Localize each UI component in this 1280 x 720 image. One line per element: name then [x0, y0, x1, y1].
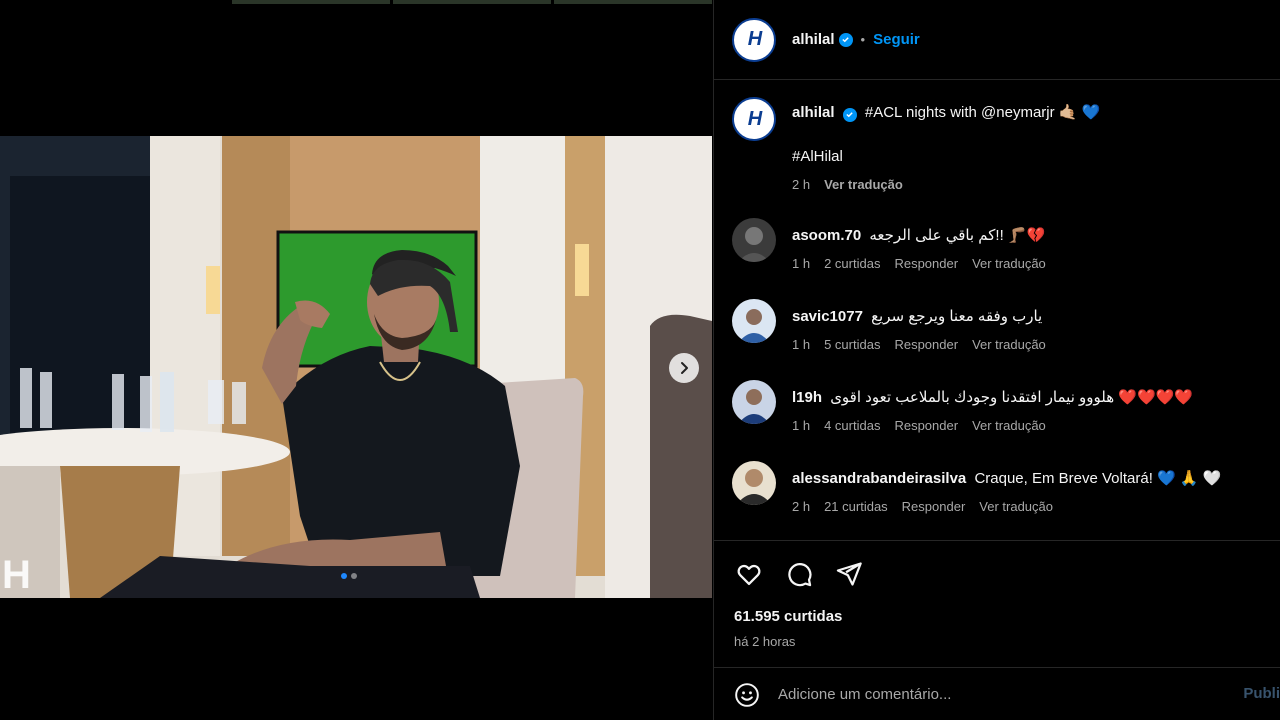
account-avatar[interactable]: H	[732, 17, 776, 62]
chevron-right-icon	[681, 362, 688, 374]
thumbnail	[232, 0, 390, 4]
reply-button[interactable]: Responder	[902, 499, 966, 514]
emoji-icon[interactable]	[734, 682, 760, 708]
comment-text: كم باقي على الرجعه!! 🦵🏽💔	[869, 227, 1046, 244]
carousel-next-button[interactable]	[669, 353, 699, 383]
comment-likes[interactable]: 4 curtidas	[824, 418, 880, 433]
comment-likes[interactable]: 21 curtidas	[824, 499, 888, 514]
comment-button[interactable]	[784, 559, 814, 589]
commenter-username[interactable]: l19h	[792, 389, 822, 406]
caption-avatar[interactable]: H	[732, 97, 776, 141]
commenter-avatar[interactable]	[732, 380, 776, 424]
comments-list[interactable]: H alhilal #ACL nights with @neymarjr 🤙🏼 …	[714, 81, 1280, 541]
comment-time: 1 h	[792, 337, 811, 352]
commenter-username[interactable]: asoom.70	[792, 227, 861, 244]
comment-text: يارب وفقه معنا ويرجع سريع	[871, 308, 1043, 325]
verified-icon	[838, 32, 853, 47]
reply-button[interactable]: Responder	[894, 256, 958, 271]
comment-text: Craque, Em Breve Voltará! 💙 🙏 🤍	[974, 470, 1222, 487]
caption-meta: 2 h Ver tradução	[792, 175, 1100, 195]
translate-link[interactable]: Ver tradução	[979, 499, 1053, 514]
carousel-dot-active	[341, 573, 347, 579]
translate-link[interactable]: Ver tradução	[972, 337, 1046, 352]
comment-item: savic1077 يارب وفقه معنا ويرجع سريع 1 h …	[732, 299, 1264, 352]
comment-icon	[788, 563, 812, 587]
comment-likes[interactable]: 5 curtidas	[824, 337, 880, 352]
translate-link[interactable]: Ver tradução	[824, 175, 903, 195]
avatar-initials: H	[747, 28, 763, 50]
comment-item: asoom.70 كم باقي على الرجعه!! 🦵🏽💔 1 h 2 …	[732, 218, 1264, 271]
svg-text:H: H	[2, 553, 31, 597]
caption-hashtag[interactable]: #AlHilal	[792, 147, 1100, 167]
share-button[interactable]	[834, 559, 864, 589]
comment-time: 2 h	[792, 499, 811, 514]
post-timestamp: há 2 horas	[734, 634, 796, 649]
caption-username[interactable]: alhilal	[792, 104, 835, 121]
comment-likes[interactable]: 2 curtidas	[824, 256, 880, 271]
like-count[interactable]: 61.595 curtidas	[734, 608, 842, 625]
comment-input[interactable]	[778, 686, 1198, 703]
comment-item: alessandrabandeirasilva Craque, Em Breve…	[732, 461, 1264, 514]
separator-bullet: •	[860, 32, 866, 47]
carousel-dot	[351, 573, 357, 579]
post-photo: H	[0, 136, 712, 598]
reply-button[interactable]: Responder	[894, 418, 958, 433]
carousel-indicator	[341, 573, 357, 579]
commenter-avatar[interactable]	[732, 461, 776, 505]
commenter-avatar[interactable]	[732, 299, 776, 343]
commenter-username[interactable]: alessandrabandeirasilva	[792, 470, 966, 487]
like-icon	[737, 564, 761, 586]
reply-button[interactable]: Responder	[894, 337, 958, 352]
follow-button[interactable]: Seguir	[873, 31, 920, 48]
caption-text: #ACL nights with @neymarjr 🤙🏼 💙	[864, 104, 1101, 121]
post-header: H alhilal • Seguir	[714, 0, 1280, 80]
comment-text: هلووو نيمار افتقدنا وجودك بالملاعب تعود …	[830, 389, 1194, 406]
verified-icon	[842, 107, 857, 122]
post-actions: 61.595 curtidas há 2 horas Publi	[714, 540, 1280, 720]
translate-link[interactable]: Ver tradução	[972, 418, 1046, 433]
comment-composer: Publi	[714, 667, 1280, 720]
thumbnail	[393, 0, 551, 4]
comment-time: 1 h	[792, 256, 811, 271]
caption-time: 2 h	[792, 177, 811, 192]
publish-button[interactable]: Publi	[1243, 685, 1280, 702]
comment-time: 1 h	[792, 418, 811, 433]
commenter-avatar[interactable]	[732, 218, 776, 262]
like-button[interactable]	[734, 559, 764, 589]
commenter-username[interactable]: savic1077	[792, 308, 863, 325]
share-icon	[836, 562, 862, 586]
post-media-pane: H	[0, 0, 712, 720]
post-caption: H alhilal #ACL nights with @neymarjr 🤙🏼 …	[732, 97, 1264, 195]
account-username[interactable]: alhilal	[792, 31, 835, 48]
translate-link[interactable]: Ver tradução	[972, 256, 1046, 271]
post-details-panel: H alhilal • Seguir H alhilal #ACL nights…	[713, 0, 1280, 720]
photo-illustration: H	[0, 136, 712, 598]
thumbnail	[554, 0, 712, 4]
comment-item: l19h هلووو نيمار افتقدنا وجودك بالملاعب …	[732, 380, 1264, 433]
background-thumbnail-strip	[232, 0, 712, 4]
avatar-initials: H	[747, 107, 763, 130]
